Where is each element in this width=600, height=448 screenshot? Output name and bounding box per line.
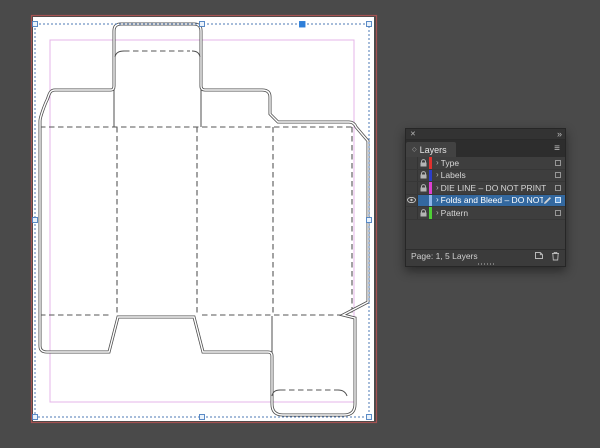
layer-row-labels[interactable]: › Labels [406,170,565,183]
expander-icon[interactable]: › [436,209,439,217]
lock-icon[interactable] [418,209,429,217]
layer-row-die-line[interactable]: › DIE LINE – DO NOT PRINT [406,182,565,195]
layer-name[interactable]: Type [441,158,459,168]
panel-menu-icon[interactable]: ≡ [554,144,560,157]
target-square[interactable] [555,185,561,191]
panel-tab-strip: ◇ Layers ≡ [406,140,565,157]
pen-icon [543,196,552,205]
page[interactable] [33,17,374,421]
layer-row-type[interactable]: › Type [406,157,565,170]
lock-icon[interactable] [418,184,429,192]
panel-title-bar: ✕ » [406,129,565,140]
delete-layer-button[interactable] [551,251,560,261]
visibility-toggle[interactable] [406,170,418,182]
selection-handle[interactable] [200,22,205,27]
panel-tab-icon: ◇ [412,146,417,153]
layer-color-bar [429,195,432,207]
layer-name[interactable]: Folds and Bleed – DO NOT PRINT [441,195,543,205]
expander-icon[interactable]: › [436,159,439,167]
layer-name[interactable]: DIE LINE – DO NOT PRINT [441,183,547,193]
visibility-toggle[interactable] [406,207,418,219]
selection-handle[interactable] [33,218,38,223]
tab-label: Layers [420,145,447,155]
selection-handle[interactable] [367,218,372,223]
panel-empty-area [406,220,565,249]
layers-panel: ✕ » ◇ Layers ≡ › Type [405,128,566,267]
layer-list: › Type › Labels [406,157,565,220]
visibility-toggle[interactable] [406,182,418,194]
selection-handle[interactable] [367,22,372,27]
layer-name[interactable]: Labels [441,170,466,180]
lock-icon[interactable] [418,171,429,179]
layer-row-pattern[interactable]: › Pattern [406,207,565,220]
target-square[interactable] [555,172,561,178]
lock-icon[interactable] [418,159,429,167]
visibility-toggle[interactable] [406,195,418,207]
selection-handle[interactable] [200,415,205,420]
visibility-toggle[interactable] [406,157,418,169]
layer-color-bar [429,207,432,219]
layer-color-bar [429,157,432,169]
eye-icon [407,197,416,203]
selection-handle[interactable] [367,415,372,420]
expander-icon[interactable]: › [436,171,439,179]
close-icon[interactable]: ✕ [410,131,416,138]
document-canvas[interactable]: ✕ » ◇ Layers ≡ › Type [0,0,600,448]
target-square[interactable] [555,160,561,166]
selection-handle[interactable] [33,415,38,420]
collapse-icon[interactable]: » [557,130,561,139]
tab-layers[interactable]: ◇ Layers [406,142,456,157]
layer-color-bar [429,182,432,194]
layer-row-folds-and-bleed[interactable]: › Folds and Bleed – DO NOT PRINT [406,195,565,208]
expander-icon[interactable]: › [436,184,439,192]
target-square[interactable] [555,210,561,216]
target-square-active[interactable] [555,197,561,203]
selection-handle[interactable] [33,22,38,27]
expander-icon[interactable]: › [436,196,439,204]
new-layer-button[interactable] [534,251,544,260]
resize-grip[interactable] [406,262,565,266]
layer-name[interactable]: Pattern [441,208,468,218]
selection-handle-active[interactable] [300,22,306,28]
page-layer-count: Page: 1, 5 Layers [411,251,527,261]
panel-status-bar: Page: 1, 5 Layers [406,249,565,262]
layer-color-bar [429,170,432,182]
